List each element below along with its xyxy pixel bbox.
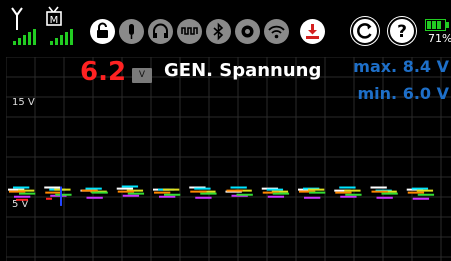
mic-icon[interactable]	[119, 19, 144, 44]
series-line	[9, 189, 425, 194]
antenna-icon	[8, 6, 44, 48]
headphones-icon[interactable]	[148, 19, 173, 44]
waveform-icon[interactable]	[177, 19, 202, 44]
max-value-label: max. 8.4 V	[353, 57, 449, 76]
series-line	[16, 197, 52, 201]
download-icon[interactable]	[300, 19, 325, 44]
unlock-icon[interactable]	[90, 19, 115, 44]
series-line	[13, 185, 429, 192]
bluetooth-icon[interactable]	[206, 19, 231, 44]
series-line	[19, 191, 435, 196]
y-tick-label: 15 V	[12, 97, 35, 108]
settings-icon[interactable]	[235, 19, 260, 44]
unit-badge: V	[132, 68, 152, 83]
refresh-button[interactable]	[350, 16, 380, 46]
chart-title: GEN. Spannung	[164, 60, 322, 81]
svg-text:?: ?	[397, 22, 407, 42]
receiver-label: M	[50, 15, 59, 26]
help-button[interactable]: ?	[387, 16, 417, 46]
current-value: 6.2	[80, 57, 127, 87]
battery-icon	[425, 16, 449, 31]
telemetry-screen: M ? 71% 15 V 5 V 6.2 V GEN. Spannung max…	[0, 0, 451, 261]
battery-percentage: 71%	[428, 32, 451, 45]
tv-receiver-icon: M	[45, 6, 81, 48]
min-value-label: min. 6.0 V	[357, 84, 450, 103]
status-bar: M ? 71%	[0, 0, 451, 57]
wifi-icon[interactable]	[264, 19, 289, 44]
